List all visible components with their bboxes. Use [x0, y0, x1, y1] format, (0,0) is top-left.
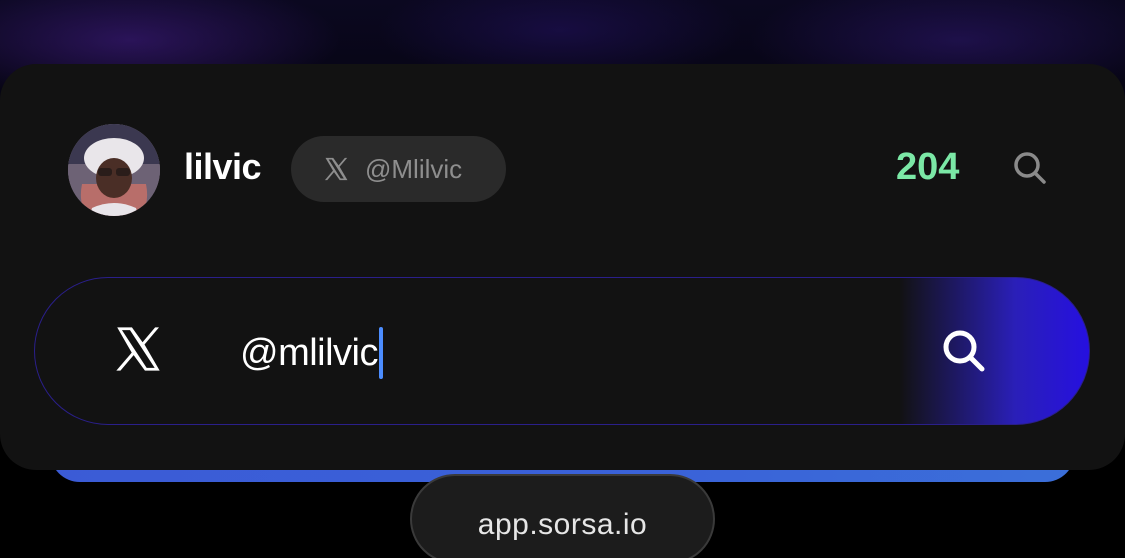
search-icon — [1014, 152, 1046, 184]
handle-badge[interactable]: @Mlilvic — [291, 136, 506, 202]
app-screen: lilvic @Mlilvic 204 @mlilvic app.sorsa.i… — [0, 0, 1125, 558]
search-icon — [943, 330, 985, 372]
x-logo-icon — [112, 323, 164, 375]
avatar[interactable] — [68, 124, 160, 216]
search-input-value: @mlilvic — [240, 331, 379, 374]
profile-username: lilvic — [184, 146, 262, 187]
x-logo-icon — [321, 154, 351, 184]
header-search-button[interactable] — [1012, 150, 1048, 186]
browser-url-bar[interactable]: app.sorsa.io — [410, 474, 715, 558]
avatar-photo — [68, 124, 160, 216]
text-caret — [379, 327, 383, 379]
handle-text: @Mlilvic — [365, 153, 463, 184]
score-value: 204 — [896, 146, 960, 188]
url-text: app.sorsa.io — [477, 508, 648, 541]
search-bar[interactable] — [34, 277, 1090, 425]
search-input[interactable]: @mlilvic — [240, 326, 383, 380]
search-submit-button[interactable] — [940, 327, 988, 375]
